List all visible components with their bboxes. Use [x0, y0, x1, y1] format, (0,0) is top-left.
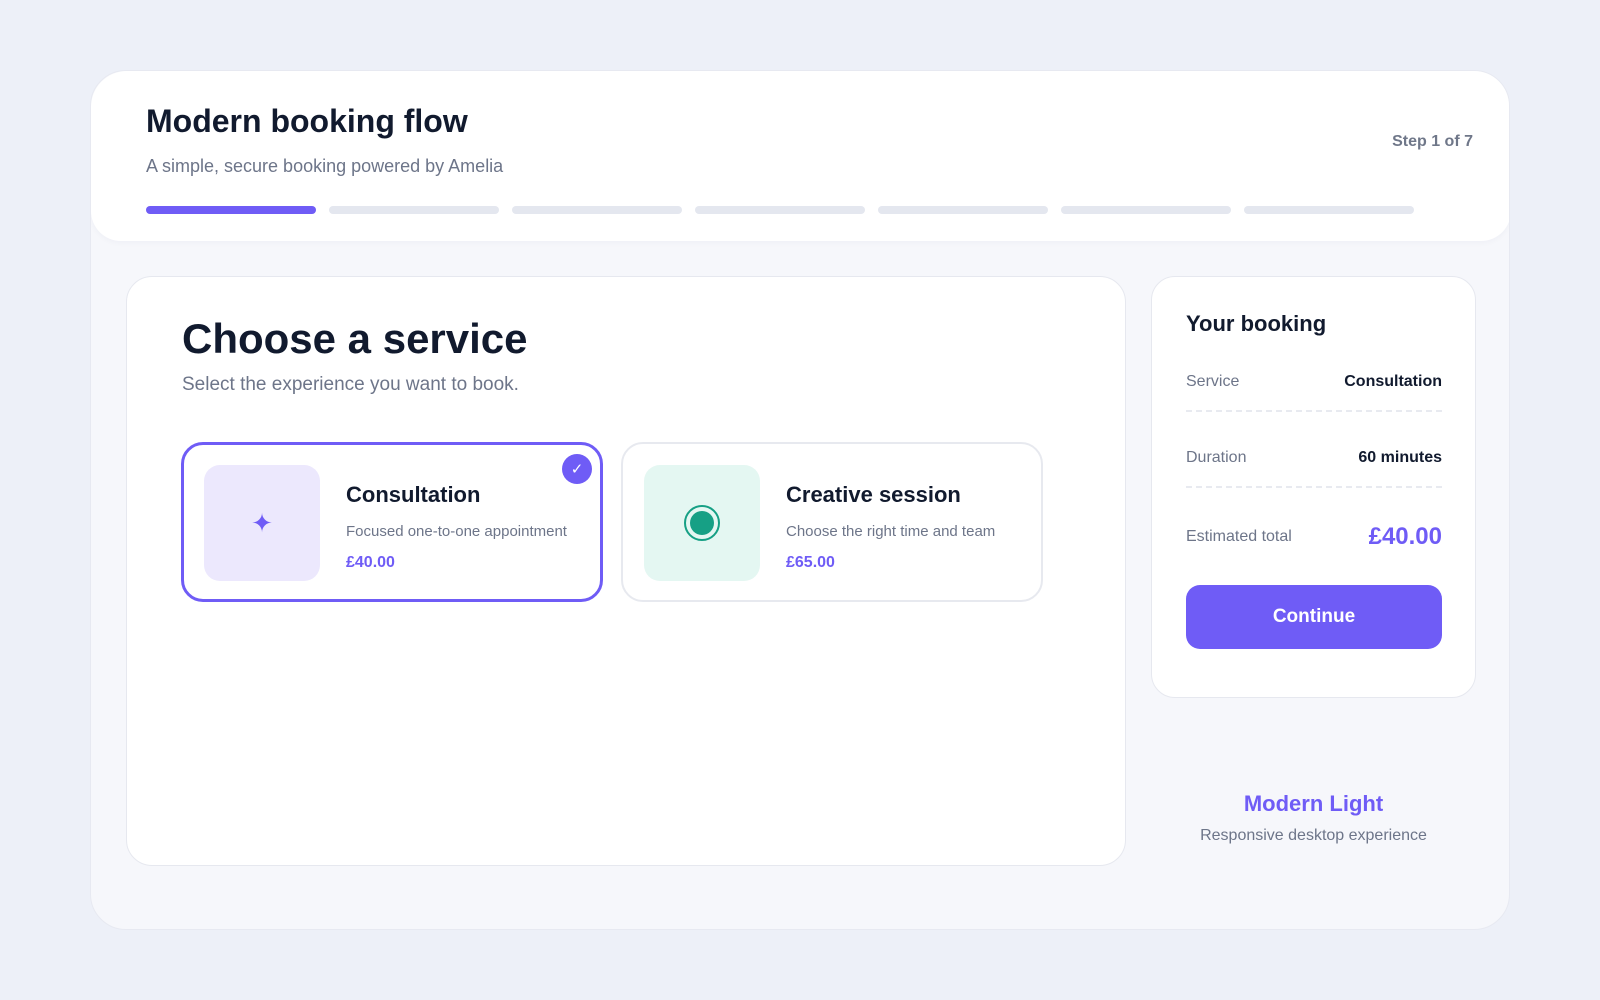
page-title: Choose a service [182, 315, 528, 362]
progress-segment-7 [1244, 206, 1414, 214]
total-label: Estimated total [1186, 528, 1292, 545]
service-name: Consultation [346, 482, 481, 507]
booking-frame: Modern booking flow A simple, secure boo… [90, 70, 1510, 930]
summary-title: Your booking [1186, 311, 1327, 336]
theme-name: Modern Light [1243, 791, 1384, 816]
progress-bar [146, 206, 1414, 214]
progress-segment-1 [146, 206, 316, 214]
service-description: Focused one-to-one appointment [346, 523, 567, 540]
selected-check-icon: ✓ [562, 454, 592, 484]
page-subtitle: Select the experience you want to book. [182, 374, 519, 395]
app-subtitle: A simple, secure booking powered by Amel… [146, 156, 504, 176]
service-price: £40.00 [346, 554, 395, 571]
progress-segment-5 [878, 206, 1048, 214]
summary-row-duration: Duration 60 minutes [1186, 430, 1442, 488]
progress-segment-4 [695, 206, 865, 214]
service-card-creative-session[interactable]: Creative session Choose the right time a… [621, 442, 1043, 602]
service-description: Choose the right time and team [786, 523, 996, 540]
target-icon [684, 505, 720, 541]
service-name: Creative session [786, 482, 961, 507]
continue-button[interactable]: Continue [1186, 585, 1442, 649]
total-value: £40.00 [1368, 523, 1442, 550]
booking-summary-panel: Your booking Service Consultation Durati… [1151, 276, 1476, 698]
booking-header: Modern booking flow A simple, secure boo… [91, 71, 1509, 241]
service-card-consultation[interactable]: ✦ Consultation Focused one-to-one appoin… [181, 442, 603, 602]
sparkle-icon: ✦ [204, 465, 320, 581]
theme-description: Responsive desktop experience [1200, 827, 1427, 844]
service-label: Service [1186, 373, 1240, 390]
summary-row-total: Estimated total £40.00 [1186, 517, 1442, 557]
progress-segment-6 [1061, 206, 1231, 214]
service-price: £65.00 [786, 554, 835, 571]
step-indicator: Step 1 of 7 [1392, 133, 1473, 150]
progress-segment-2 [329, 206, 499, 214]
service-icon-tile [644, 465, 760, 581]
progress-segment-3 [512, 206, 682, 214]
service-value: Consultation [1344, 373, 1442, 390]
service-selection-panel: Choose a service Select the experience y… [126, 276, 1126, 866]
duration-label: Duration [1186, 449, 1247, 466]
duration-value: 60 minutes [1358, 449, 1442, 466]
app-title: Modern booking flow [146, 103, 468, 139]
summary-row-service: Service Consultation [1186, 354, 1442, 412]
